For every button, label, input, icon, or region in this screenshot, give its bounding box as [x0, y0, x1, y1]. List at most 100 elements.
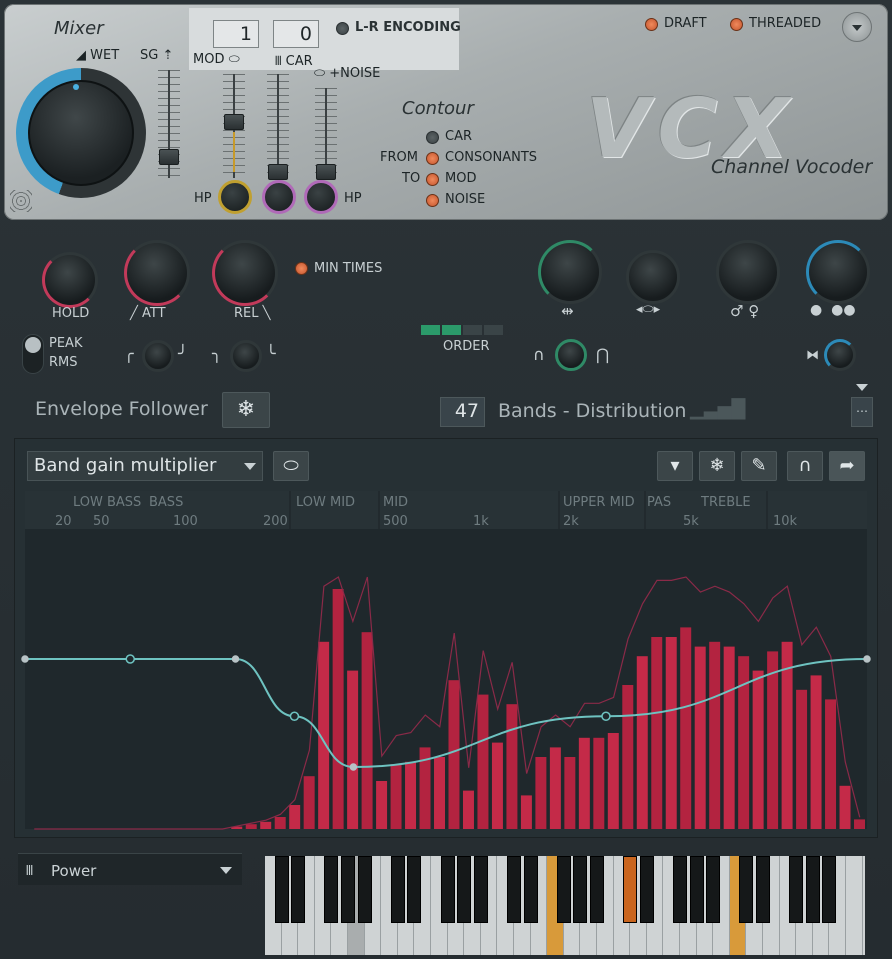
noise-fader[interactable] [316, 164, 336, 180]
mod-fader[interactable] [224, 114, 244, 130]
black-key[interactable] [822, 856, 837, 923]
band-bar[interactable] [723, 646, 735, 829]
black-key[interactable] [341, 856, 355, 923]
car-channel-input[interactable] [273, 20, 319, 48]
release-curve-knob[interactable] [230, 340, 262, 372]
band-bar[interactable] [332, 589, 344, 829]
band-bar[interactable] [767, 651, 779, 829]
attack-curve-knob[interactable] [142, 340, 174, 372]
rel-knob[interactable] [212, 240, 278, 306]
curve-node[interactable] [863, 655, 871, 663]
band-bar[interactable] [825, 699, 837, 829]
band-bar[interactable] [796, 689, 808, 829]
band-bar[interactable] [491, 742, 503, 829]
curve-node[interactable] [601, 711, 611, 721]
band-bar[interactable] [274, 817, 286, 829]
menu-button[interactable] [842, 12, 872, 42]
band-bar[interactable] [810, 675, 822, 829]
black-key[interactable] [739, 856, 754, 923]
black-key[interactable] [789, 856, 804, 923]
band-count-input[interactable]: 47 [440, 397, 485, 427]
band-width-knob[interactable] [555, 339, 587, 371]
black-key[interactable] [590, 856, 604, 923]
stereo-width-knob[interactable] [538, 240, 602, 304]
noise-hp-knob[interactable] [304, 180, 338, 214]
band-bar[interactable] [607, 733, 619, 829]
display-mode-select[interactable]: 𝍫 Power [18, 853, 242, 885]
piano-keyboard[interactable] [265, 856, 865, 955]
black-key[interactable] [357, 856, 372, 923]
black-key[interactable] [756, 856, 770, 923]
band-bar[interactable] [462, 790, 474, 829]
black-key[interactable] [556, 856, 571, 923]
black-key[interactable] [473, 856, 488, 923]
band-bar[interactable] [520, 795, 532, 829]
lr-encoding-led[interactable] [336, 22, 349, 35]
band-bar[interactable] [289, 805, 301, 829]
black-key[interactable] [457, 856, 472, 923]
unison-knob[interactable] [806, 240, 870, 304]
black-key[interactable] [390, 856, 405, 923]
white-key[interactable] [846, 856, 863, 955]
wet-knob[interactable] [28, 80, 134, 186]
band-bar[interactable] [506, 704, 518, 829]
band-bar[interactable] [854, 819, 865, 829]
mod-hp-knob[interactable] [218, 180, 252, 214]
black-key[interactable] [324, 856, 339, 923]
band-bar[interactable] [245, 824, 257, 829]
black-key[interactable] [440, 856, 455, 923]
band-bar[interactable] [477, 694, 489, 829]
curve-node[interactable] [289, 711, 300, 721]
freeze-envelope-button[interactable]: ❄ [222, 392, 270, 428]
curve-node[interactable] [21, 655, 29, 663]
band-bar[interactable] [260, 821, 272, 829]
band-bar[interactable] [636, 656, 648, 829]
gender-knob[interactable] [716, 240, 780, 304]
black-key[interactable] [639, 856, 654, 923]
contour-car-led[interactable] [426, 131, 439, 144]
band-bar[interactable] [303, 776, 315, 829]
black-key[interactable] [706, 856, 721, 923]
order-meter[interactable] [421, 325, 503, 335]
scroll-down-icon[interactable] [856, 384, 868, 391]
black-key[interactable] [573, 856, 588, 923]
lips-shift-knob[interactable] [626, 250, 680, 304]
band-bar[interactable] [549, 747, 561, 829]
black-key[interactable] [523, 856, 538, 923]
black-key[interactable] [507, 856, 521, 923]
band-bar[interactable] [694, 646, 706, 829]
band-bar[interactable] [578, 737, 590, 829]
unison-spread-knob[interactable] [824, 339, 856, 371]
band-bar[interactable] [535, 757, 547, 829]
peak-rms-toggle[interactable] [22, 334, 44, 374]
band-bar[interactable] [651, 637, 663, 829]
black-key[interactable] [274, 856, 289, 923]
band-bar[interactable] [347, 670, 359, 829]
black-key[interactable] [623, 856, 638, 923]
curve-node[interactable] [125, 654, 135, 664]
band-bar[interactable] [390, 764, 402, 829]
band-bar[interactable] [564, 757, 576, 829]
black-key[interactable] [407, 856, 422, 923]
att-knob[interactable] [124, 240, 190, 306]
band-bar[interactable] [709, 641, 721, 829]
black-key[interactable] [673, 856, 687, 923]
band-bar[interactable] [448, 680, 460, 829]
band-bar[interactable] [434, 757, 445, 829]
car-fader[interactable] [268, 164, 288, 180]
threaded-led[interactable] [730, 18, 743, 31]
contour-noise-led[interactable] [426, 194, 439, 207]
band-bar[interactable] [752, 670, 764, 829]
black-key[interactable] [689, 856, 704, 923]
draft-led[interactable] [645, 18, 658, 31]
curve-node[interactable] [231, 655, 240, 663]
contour-mod-led[interactable] [426, 173, 439, 186]
black-key[interactable] [291, 856, 306, 923]
car-hp-knob[interactable] [262, 180, 296, 214]
band-bar[interactable] [361, 632, 373, 829]
band-bar[interactable] [839, 785, 851, 829]
min-times-led[interactable] [295, 262, 308, 275]
band-bar[interactable] [665, 637, 677, 829]
band-bar[interactable] [376, 781, 388, 829]
sg-fader[interactable] [159, 149, 179, 165]
